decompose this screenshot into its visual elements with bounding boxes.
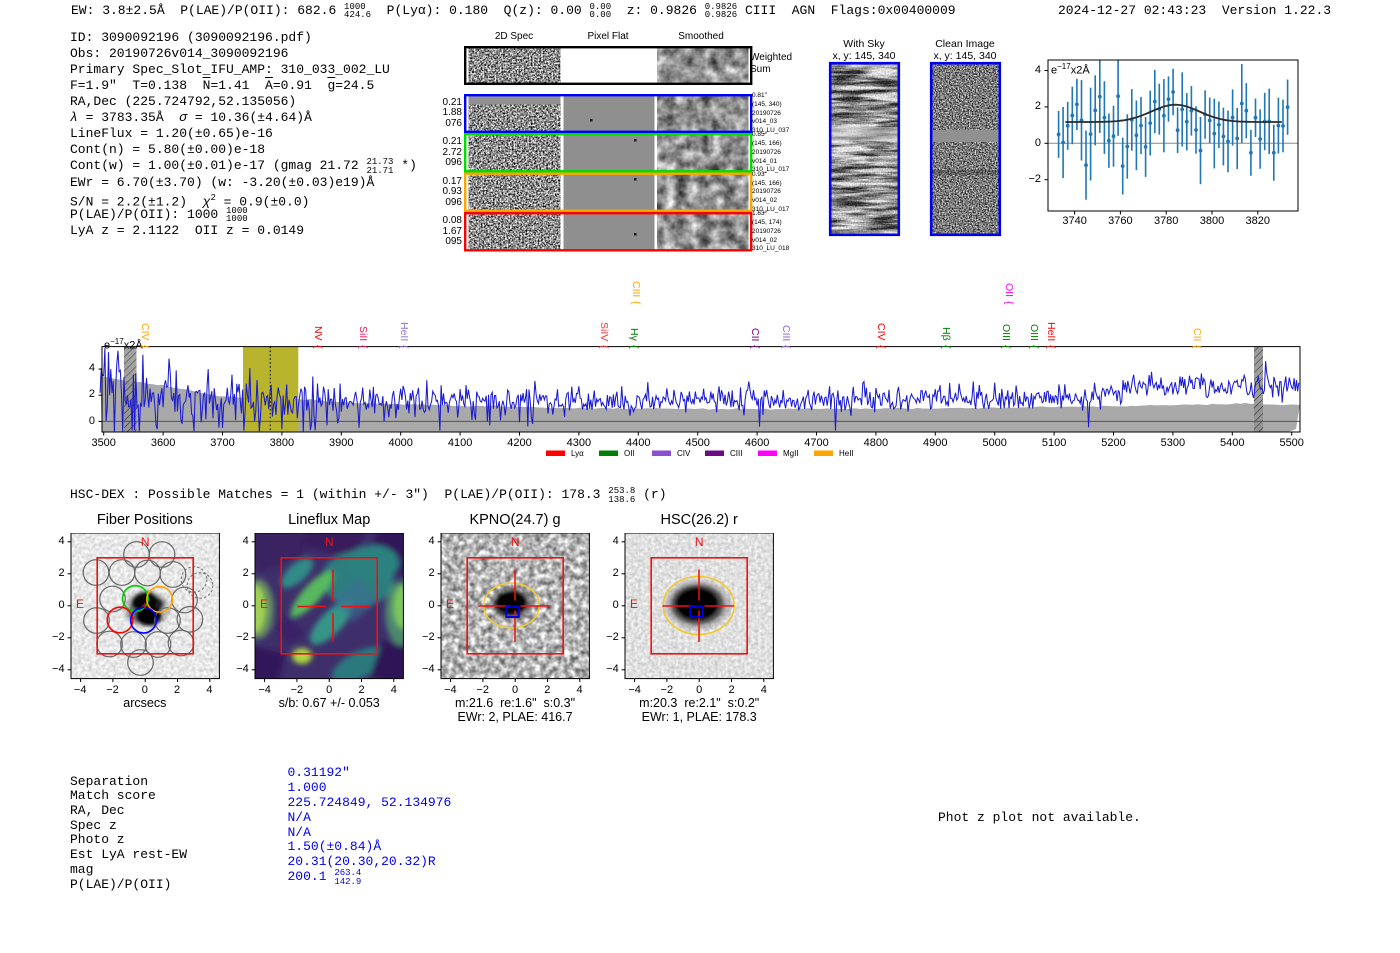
svg-text:E: E [630, 597, 638, 611]
svg-text:E: E [76, 597, 84, 611]
svg-text:E: E [446, 597, 454, 611]
svg-text:E: E [260, 597, 268, 611]
svg-text:N: N [140, 535, 149, 549]
svg-text:N: N [510, 535, 519, 549]
svg-text:N: N [695, 535, 704, 549]
svg-text:N: N [325, 535, 334, 549]
